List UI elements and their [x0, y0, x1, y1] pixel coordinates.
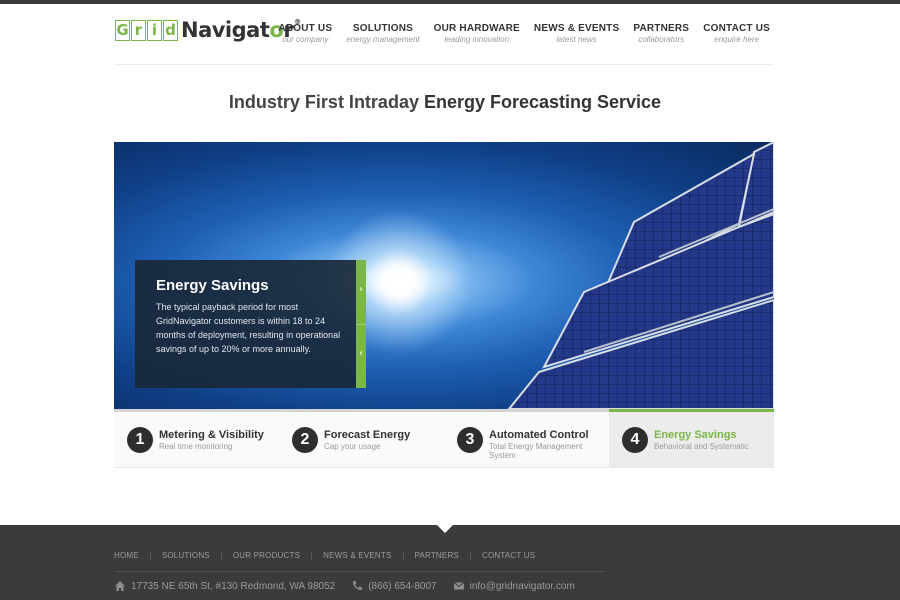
contact-email[interactable]: info@gridnavigator.com [453, 580, 575, 592]
footer-contact-info: 17735 NE 65th St, #130 Redmond, WA 98052… [114, 580, 591, 592]
step-title: Forecast Energy [324, 429, 411, 441]
step-title: Metering & Visibility [159, 429, 264, 441]
headline-bold: Energy Forecasting Service [423, 92, 662, 112]
step-subtitle: Behavioral and Systematic [654, 442, 749, 451]
step-number-badge: 3 [457, 427, 483, 453]
address-text: 17735 NE 65th St, #130 Redmond, WA 98052 [131, 580, 336, 592]
feature-steps: 1 Metering & Visibility Real time monito… [114, 409, 774, 468]
nav-title: ABOUT US [278, 23, 333, 34]
footer-divider [114, 571, 606, 572]
logo-letter: G [115, 19, 130, 41]
step-number-badge: 1 [127, 427, 153, 453]
contact-phone: (866) 654-8007 [351, 580, 437, 592]
phone-icon [351, 580, 363, 592]
step-number-badge: 2 [292, 427, 318, 453]
footer-link-solutions[interactable]: SOLUTIONS [149, 551, 221, 560]
hero-caption-title: Energy Savings [156, 277, 269, 294]
nav-title: SOLUTIONS [352, 23, 413, 34]
logo-wordmark-text: Navigat [181, 18, 270, 42]
slider-next-arrow-icon[interactable]: › [356, 280, 366, 300]
nav-subtitle: energy management [346, 35, 420, 44]
contact-address: 17735 NE 65th St, #130 Redmond, WA 98052 [114, 580, 335, 592]
step-title: Energy Savings [654, 429, 737, 441]
envelope-icon [453, 580, 465, 592]
logo-grid-mark: G r i d [115, 19, 179, 41]
hero-slider: Energy Savings The typical payback perio… [114, 142, 774, 409]
header-divider [114, 64, 774, 65]
step-number-badge: 4 [622, 427, 648, 453]
nav-item-contact-us[interactable]: CONTACT US enquire here [703, 23, 770, 44]
nav-subtitle: enquire here [714, 35, 760, 44]
nav-item-news-events[interactable]: NEWS & EVENTS latest news [534, 23, 619, 44]
hero-caption-box: Energy Savings The typical payback perio… [135, 260, 356, 388]
page-headline: Industry First Intraday Energy Forecasti… [0, 92, 890, 113]
nav-subtitle: collaborators [638, 35, 685, 44]
headline-light: Industry First Intraday [228, 92, 424, 112]
nav-subtitle: our company [282, 35, 329, 44]
step-subtitle: Real time monitoring [159, 442, 233, 451]
step-title: Automated Control [489, 429, 589, 441]
hero-caption-text: The typical payback period for most Grid… [156, 302, 341, 354]
phone-text: (866) 654-8007 [368, 580, 437, 592]
logo-letter: i [147, 19, 162, 41]
slider-prev-arrow-icon[interactable]: ‹ [356, 344, 366, 364]
step-subtitle: Total Energy Management System [489, 442, 583, 460]
nav-title: PARTNERS [633, 23, 690, 34]
top-bar [0, 0, 900, 4]
step-forecast-energy[interactable]: 2 Forecast Energy Cap your usage [279, 412, 444, 467]
slider-controls: › ‹ [356, 260, 366, 388]
footer-link-partners[interactable]: PARTNERS [402, 551, 470, 560]
step-energy-savings[interactable]: 4 Energy Savings Behavioral and Systemat… [609, 409, 774, 467]
email-link[interactable]: info@gridnavigator.com [470, 581, 575, 592]
footer-link-home[interactable]: HOME [114, 551, 150, 560]
nav-item-partners[interactable]: PARTNERS collaborators [633, 23, 689, 44]
slider-controls-divider [356, 324, 366, 325]
step-metering-visibility[interactable]: 1 Metering & Visibility Real time monito… [114, 412, 279, 467]
nav-title: NEWS & EVENTS [533, 23, 620, 34]
nav-title: OUR HARDWARE [433, 23, 520, 34]
nav-item-about-us[interactable]: ABOUT US our company [278, 23, 332, 44]
nav-subtitle: latest news [556, 35, 597, 44]
logo-letter: r [131, 19, 146, 41]
step-subtitle: Cap your usage [324, 442, 381, 451]
home-icon [114, 580, 126, 592]
footer: HOME SOLUTIONS OUR PRODUCTS NEWS & EVENT… [0, 525, 900, 600]
footer-link-news-events[interactable]: NEWS & EVENTS [311, 551, 402, 560]
main-nav: ABOUT US our company SOLUTIONS energy ma… [264, 23, 770, 44]
footer-link-our-products[interactable]: OUR PRODUCTS [220, 551, 311, 560]
nav-title: CONTACT US [703, 23, 770, 34]
nav-item-our-hardware[interactable]: OUR HARDWARE leading innovation [434, 23, 520, 44]
nav-subtitle: leading innovation [444, 35, 510, 44]
nav-item-solutions[interactable]: SOLUTIONS energy management [346, 23, 419, 44]
footer-link-contact-us[interactable]: CONTACT US [469, 551, 546, 560]
logo-letter: d [163, 19, 178, 41]
footer-nav: HOME SOLUTIONS OUR PRODUCTS NEWS & EVENT… [114, 551, 546, 560]
step-automated-control[interactable]: 3 Automated Control Total Energy Managem… [444, 412, 609, 467]
footer-notch [437, 525, 453, 533]
